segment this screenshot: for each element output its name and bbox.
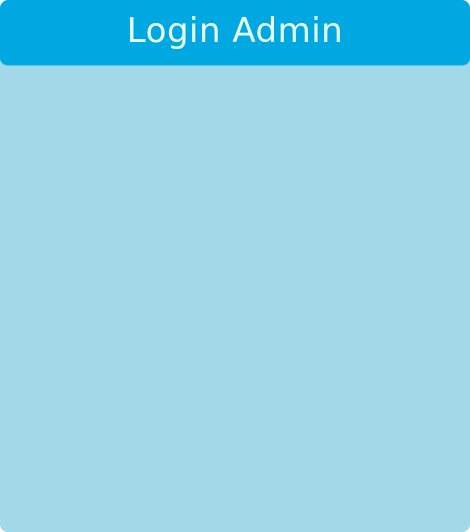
login-header: Login Admin	[0, 0, 470, 66]
login-panel: Login Admin	[0, 0, 470, 532]
login-title: Login Admin	[126, 10, 344, 51]
login-form-area	[0, 66, 470, 532]
